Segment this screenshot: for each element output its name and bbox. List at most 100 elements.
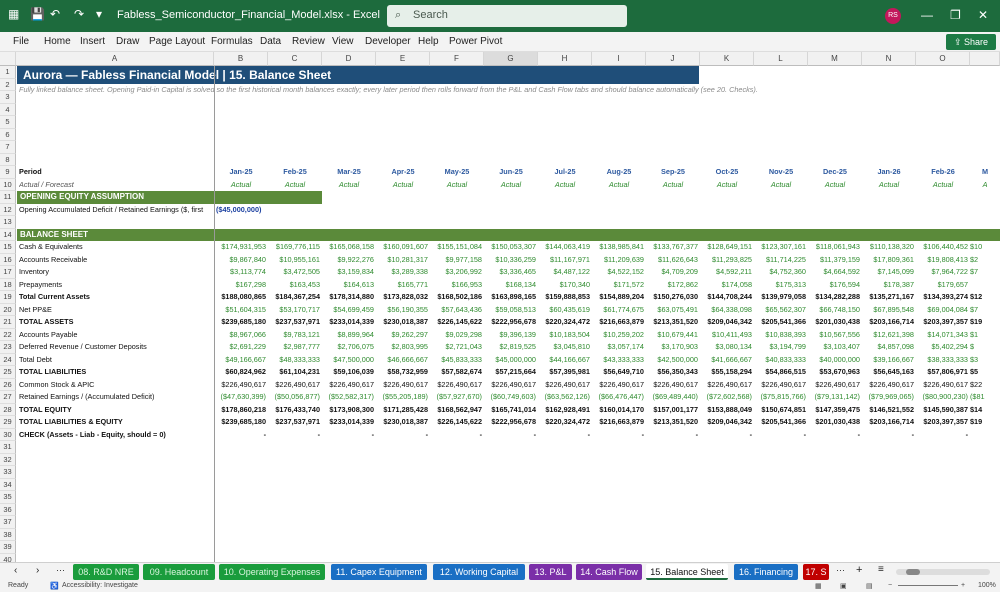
value-cell[interactable]: $209,046,342 [700, 416, 754, 429]
value-cell[interactable]: $3,080,134 [700, 341, 754, 354]
value-cell[interactable]: $230,018,387 [376, 316, 430, 329]
period-header[interactable]: Mar-25 [322, 166, 376, 179]
value-cell[interactable]: $237,537,971 [268, 416, 322, 429]
value-cell[interactable]: $213,351,520 [646, 316, 700, 329]
value-cell[interactable]: $56,190,355 [376, 304, 430, 317]
value-cell[interactable]: $56,649,710 [592, 366, 646, 379]
row-header[interactable]: 24 [0, 353, 16, 366]
value-cell[interactable]: $11,209,639 [592, 254, 646, 267]
value-cell[interactable]: ($79,969,065) [862, 391, 916, 404]
value-cell[interactable]: $173,908,300 [322, 404, 376, 417]
redo-icon[interactable]: ↷ [74, 7, 84, 21]
row-header[interactable]: 30 [0, 428, 16, 441]
save-icon[interactable]: 💾 [30, 7, 45, 21]
row-header[interactable]: 4 [0, 103, 16, 116]
value-cell[interactable]: $2,721,043 [430, 341, 484, 354]
period-type[interactable]: Actual [268, 179, 322, 192]
tab-cash-flow[interactable]: 14. Cash Flow [576, 564, 642, 580]
value-cell[interactable]: $172,862 [646, 279, 700, 292]
value-cell[interactable]: $134,282,288 [808, 291, 862, 304]
value-cell[interactable]: $123,307,161 [754, 241, 808, 254]
value-cell[interactable]: $139,979,058 [754, 291, 808, 304]
value-cell[interactable]: $61,104,231 [268, 366, 322, 379]
period-header[interactable]: Feb-26 [916, 166, 970, 179]
value-cell[interactable]: ($50,056,877) [268, 391, 322, 404]
value-cell[interactable]: - [376, 429, 430, 442]
value-cell[interactable]: $45,833,333 [430, 354, 484, 367]
value-cell[interactable]: ($79,131,142) [808, 391, 862, 404]
column-header[interactable]: B [214, 52, 268, 66]
value-cell[interactable]: $144,063,419 [538, 241, 592, 254]
value-cell[interactable]: $164,613 [322, 279, 376, 292]
row-header[interactable]: 21 [0, 316, 16, 329]
value-cell[interactable]: $9,262,297 [376, 329, 430, 342]
column-header[interactable]: F [430, 52, 484, 66]
value-cell[interactable]: $9,029,298 [430, 329, 484, 342]
zoom-level[interactable]: 100% [978, 582, 996, 589]
value-cell[interactable]: $43,333,333 [592, 354, 646, 367]
period-type[interactable]: Actual [484, 179, 538, 192]
value-cell[interactable]: $237,537,971 [268, 316, 322, 329]
tab-scroll-right-icon[interactable]: › [36, 565, 39, 576]
value-cell[interactable]: $7 [970, 266, 1000, 279]
value-cell[interactable]: $106,440,452 [916, 241, 970, 254]
period-type[interactable]: Actual [646, 179, 700, 192]
page-layout-view-icon[interactable]: ▣ [840, 582, 847, 590]
value-cell[interactable]: $150,674,851 [754, 404, 808, 417]
value-cell[interactable]: $174,058 [700, 279, 754, 292]
value-cell[interactable]: $138,985,841 [592, 241, 646, 254]
value-cell[interactable]: - [862, 429, 916, 442]
row-header[interactable]: 22 [0, 328, 16, 341]
value-cell[interactable]: $203,397,357 [916, 416, 970, 429]
opening-input[interactable]: ($45,000,000) [216, 204, 268, 217]
value-cell[interactable]: ($75,815,766) [754, 391, 808, 404]
value-cell[interactable]: $168,562,947 [430, 404, 484, 417]
row-header[interactable]: 31 [0, 441, 16, 454]
row-label[interactable]: Accounts Receivable [19, 254, 214, 267]
zoom-in-icon[interactable]: + [961, 582, 965, 589]
row-header[interactable]: 9 [0, 166, 16, 179]
value-cell[interactable]: $3,159,834 [322, 266, 376, 279]
value-cell[interactable]: $163,453 [268, 279, 322, 292]
period-type[interactable]: Actual [592, 179, 646, 192]
period-header[interactable]: Sep-25 [646, 166, 700, 179]
tab-operating-expenses[interactable]: 10. Operating Expenses [219, 564, 325, 580]
row-header[interactable]: 3 [0, 91, 16, 104]
value-cell[interactable]: $60,824,962 [214, 366, 268, 379]
value-cell[interactable]: $216,663,879 [592, 316, 646, 329]
tab-financing[interactable]: 16. Financing [734, 564, 798, 580]
minimize-icon[interactable]: — [921, 8, 933, 22]
zoom-out-icon[interactable]: − [888, 582, 892, 589]
value-cell[interactable]: $69,004,084 [916, 304, 970, 317]
value-cell[interactable]: $173,828,032 [376, 291, 430, 304]
value-cell[interactable]: $178,314,880 [322, 291, 376, 304]
value-cell[interactable]: $213,351,520 [646, 416, 700, 429]
value-cell[interactable]: $4,592,211 [700, 266, 754, 279]
row-header[interactable]: 20 [0, 303, 16, 316]
avatar[interactable]: RS [885, 8, 901, 24]
sheet-note[interactable]: Fully linked balance sheet. Opening Paid… [19, 84, 999, 96]
value-cell[interactable]: $165,068,158 [322, 241, 376, 254]
value-cell[interactable]: $10,955,161 [268, 254, 322, 267]
value-cell[interactable]: $239,685,180 [214, 416, 268, 429]
value-cell[interactable]: $14,071,343 [916, 329, 970, 342]
value-cell[interactable]: $3,113,774 [214, 266, 268, 279]
column-header[interactable]: A [16, 52, 214, 66]
value-cell[interactable]: $226,490,617 [808, 379, 862, 392]
value-cell[interactable]: $4,752,360 [754, 266, 808, 279]
value-cell[interactable]: $8,899,964 [322, 329, 376, 342]
section-header[interactable]: OPENING EQUITY ASSUMPTION [17, 191, 322, 204]
value-cell[interactable]: $11,167,971 [538, 254, 592, 267]
value-cell[interactable]: $201,030,438 [808, 416, 862, 429]
value-cell[interactable]: $201,030,438 [808, 316, 862, 329]
column-header[interactable]: L [754, 52, 808, 66]
value-cell[interactable]: $3 [970, 354, 1000, 367]
scrollbar-vertical[interactable] [970, 52, 1000, 66]
row-label[interactable]: TOTAL EQUITY [19, 404, 214, 417]
more-tabs-icon[interactable]: ··· [56, 565, 65, 575]
row-label[interactable]: TOTAL LIABILITIES [19, 366, 214, 379]
value-cell[interactable]: $53,670,963 [808, 366, 862, 379]
row-header[interactable]: 12 [0, 203, 16, 216]
tab-balance-sheet[interactable]: 15. Balance Sheet [646, 564, 728, 580]
page-break-view-icon[interactable]: ▤ [866, 582, 873, 590]
